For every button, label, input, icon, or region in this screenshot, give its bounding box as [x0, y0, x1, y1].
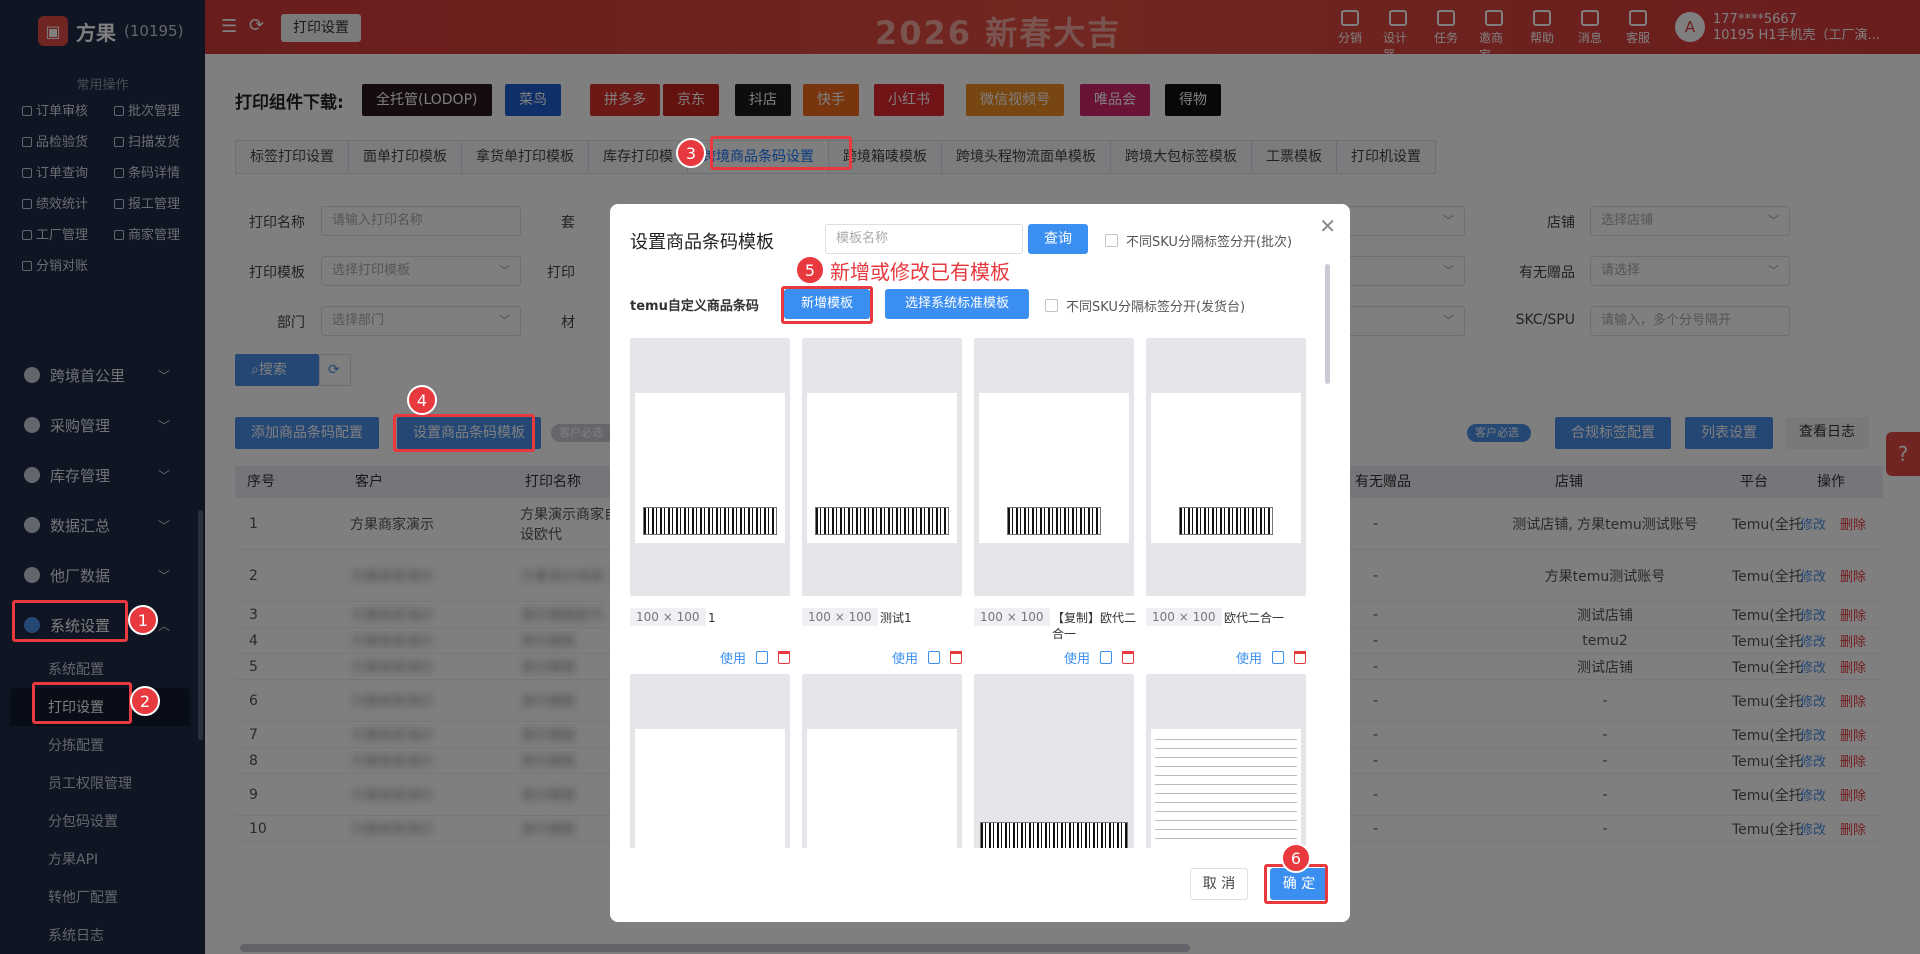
- template-thumbnail: [1146, 338, 1306, 596]
- compliance-label-preview: [1151, 729, 1301, 848]
- template-thumbnail: [974, 338, 1134, 596]
- copy-icon[interactable]: [1100, 651, 1112, 664]
- close-icon[interactable]: ✕: [1319, 214, 1336, 238]
- template-thumbnail: [802, 674, 962, 848]
- template-card[interactable]: 100 × 100 【复制】欧代二合一 使用: [974, 338, 1136, 667]
- step-badge: 4: [407, 385, 437, 415]
- template-size: 100 × 100: [630, 608, 706, 626]
- template-grid: 100 × 100 1 使用 100 × 100 测试1 使用 100 × 10…: [630, 338, 1320, 848]
- step-badge: 6: [1281, 843, 1311, 873]
- template-name: 1: [708, 611, 716, 625]
- highlight-box: [12, 600, 128, 642]
- template-name: 欧代二合一: [1224, 611, 1285, 625]
- step-badge: 2: [130, 686, 160, 716]
- barcode-icon: [1179, 507, 1273, 535]
- template-size: 100 × 100: [1146, 608, 1222, 626]
- template-card[interactable]: [1146, 674, 1306, 848]
- cancel-button[interactable]: 取 消: [1190, 868, 1248, 900]
- template-card[interactable]: [630, 674, 790, 848]
- highlight-box: [781, 286, 873, 324]
- template-card[interactable]: 100 × 100 欧代二合一 使用: [1146, 338, 1306, 667]
- barcode-icon: [815, 507, 949, 535]
- template-card[interactable]: [974, 674, 1134, 848]
- highlight-box: [393, 414, 535, 452]
- template-size: 100 × 100: [802, 608, 878, 626]
- template-actions: 使用: [1236, 648, 1306, 667]
- delete-icon[interactable]: [950, 651, 962, 664]
- highlight-box: [710, 136, 852, 170]
- temu-custom-label: temu自定义商品条码: [630, 299, 759, 314]
- checkbox-icon: [1105, 234, 1118, 247]
- template-thumbnail: [630, 338, 790, 596]
- use-button[interactable]: 使用: [720, 648, 746, 667]
- delete-icon[interactable]: [1294, 651, 1306, 664]
- copy-icon[interactable]: [756, 651, 768, 664]
- template-actions: 使用: [720, 648, 790, 667]
- template-thumbnail: [1146, 674, 1306, 848]
- modal-title: 设置商品条码模板: [630, 232, 774, 253]
- template-actions: 使用: [1064, 648, 1134, 667]
- barcode-template-modal: 设置商品条码模板 ✕ 模板名称 查询 不同SKU分隔标签分开(批次) 新增或修改…: [610, 204, 1350, 922]
- barcode-icon: [1007, 507, 1101, 535]
- barcode-icon: [643, 507, 777, 535]
- use-button[interactable]: 使用: [1064, 648, 1090, 667]
- annotation-text: 新增或修改已有模板: [830, 260, 1010, 284]
- barcode-icon: [980, 822, 1128, 848]
- template-card[interactable]: 100 × 100 测试1 使用: [802, 338, 962, 667]
- template-actions: 使用: [892, 648, 962, 667]
- template-card[interactable]: 100 × 100 1 使用: [630, 338, 790, 667]
- template-thumbnail: [974, 674, 1134, 848]
- system-template-button[interactable]: 选择系统标准模板: [885, 289, 1029, 319]
- delete-icon[interactable]: [778, 651, 790, 664]
- step-badge: 3: [676, 138, 706, 168]
- template-name: 测试1: [880, 611, 912, 625]
- use-button[interactable]: 使用: [1236, 648, 1262, 667]
- use-button[interactable]: 使用: [892, 648, 918, 667]
- template-name: 【复制】欧代二合一: [1052, 611, 1137, 641]
- batch-split-checkbox[interactable]: 不同SKU分隔标签分开(批次): [1105, 231, 1292, 250]
- step-badge: 1: [128, 605, 158, 635]
- template-name-input[interactable]: 模板名称: [825, 224, 1023, 254]
- delete-icon[interactable]: [1122, 651, 1134, 664]
- template-card[interactable]: [802, 674, 962, 848]
- template-thumbnail: [802, 338, 962, 596]
- checkbox-icon: [1045, 299, 1058, 312]
- shipping-split-checkbox[interactable]: 不同SKU分隔标签分开(发货台): [1045, 296, 1245, 315]
- highlight-box: [32, 682, 132, 724]
- template-size: 100 × 100: [974, 608, 1050, 626]
- copy-icon[interactable]: [1272, 651, 1284, 664]
- template-thumbnail: [630, 674, 790, 848]
- query-button[interactable]: 查询: [1028, 224, 1088, 254]
- modal-scrollbar[interactable]: [1325, 264, 1330, 384]
- copy-icon[interactable]: [928, 651, 940, 664]
- step-badge: 5: [795, 255, 825, 285]
